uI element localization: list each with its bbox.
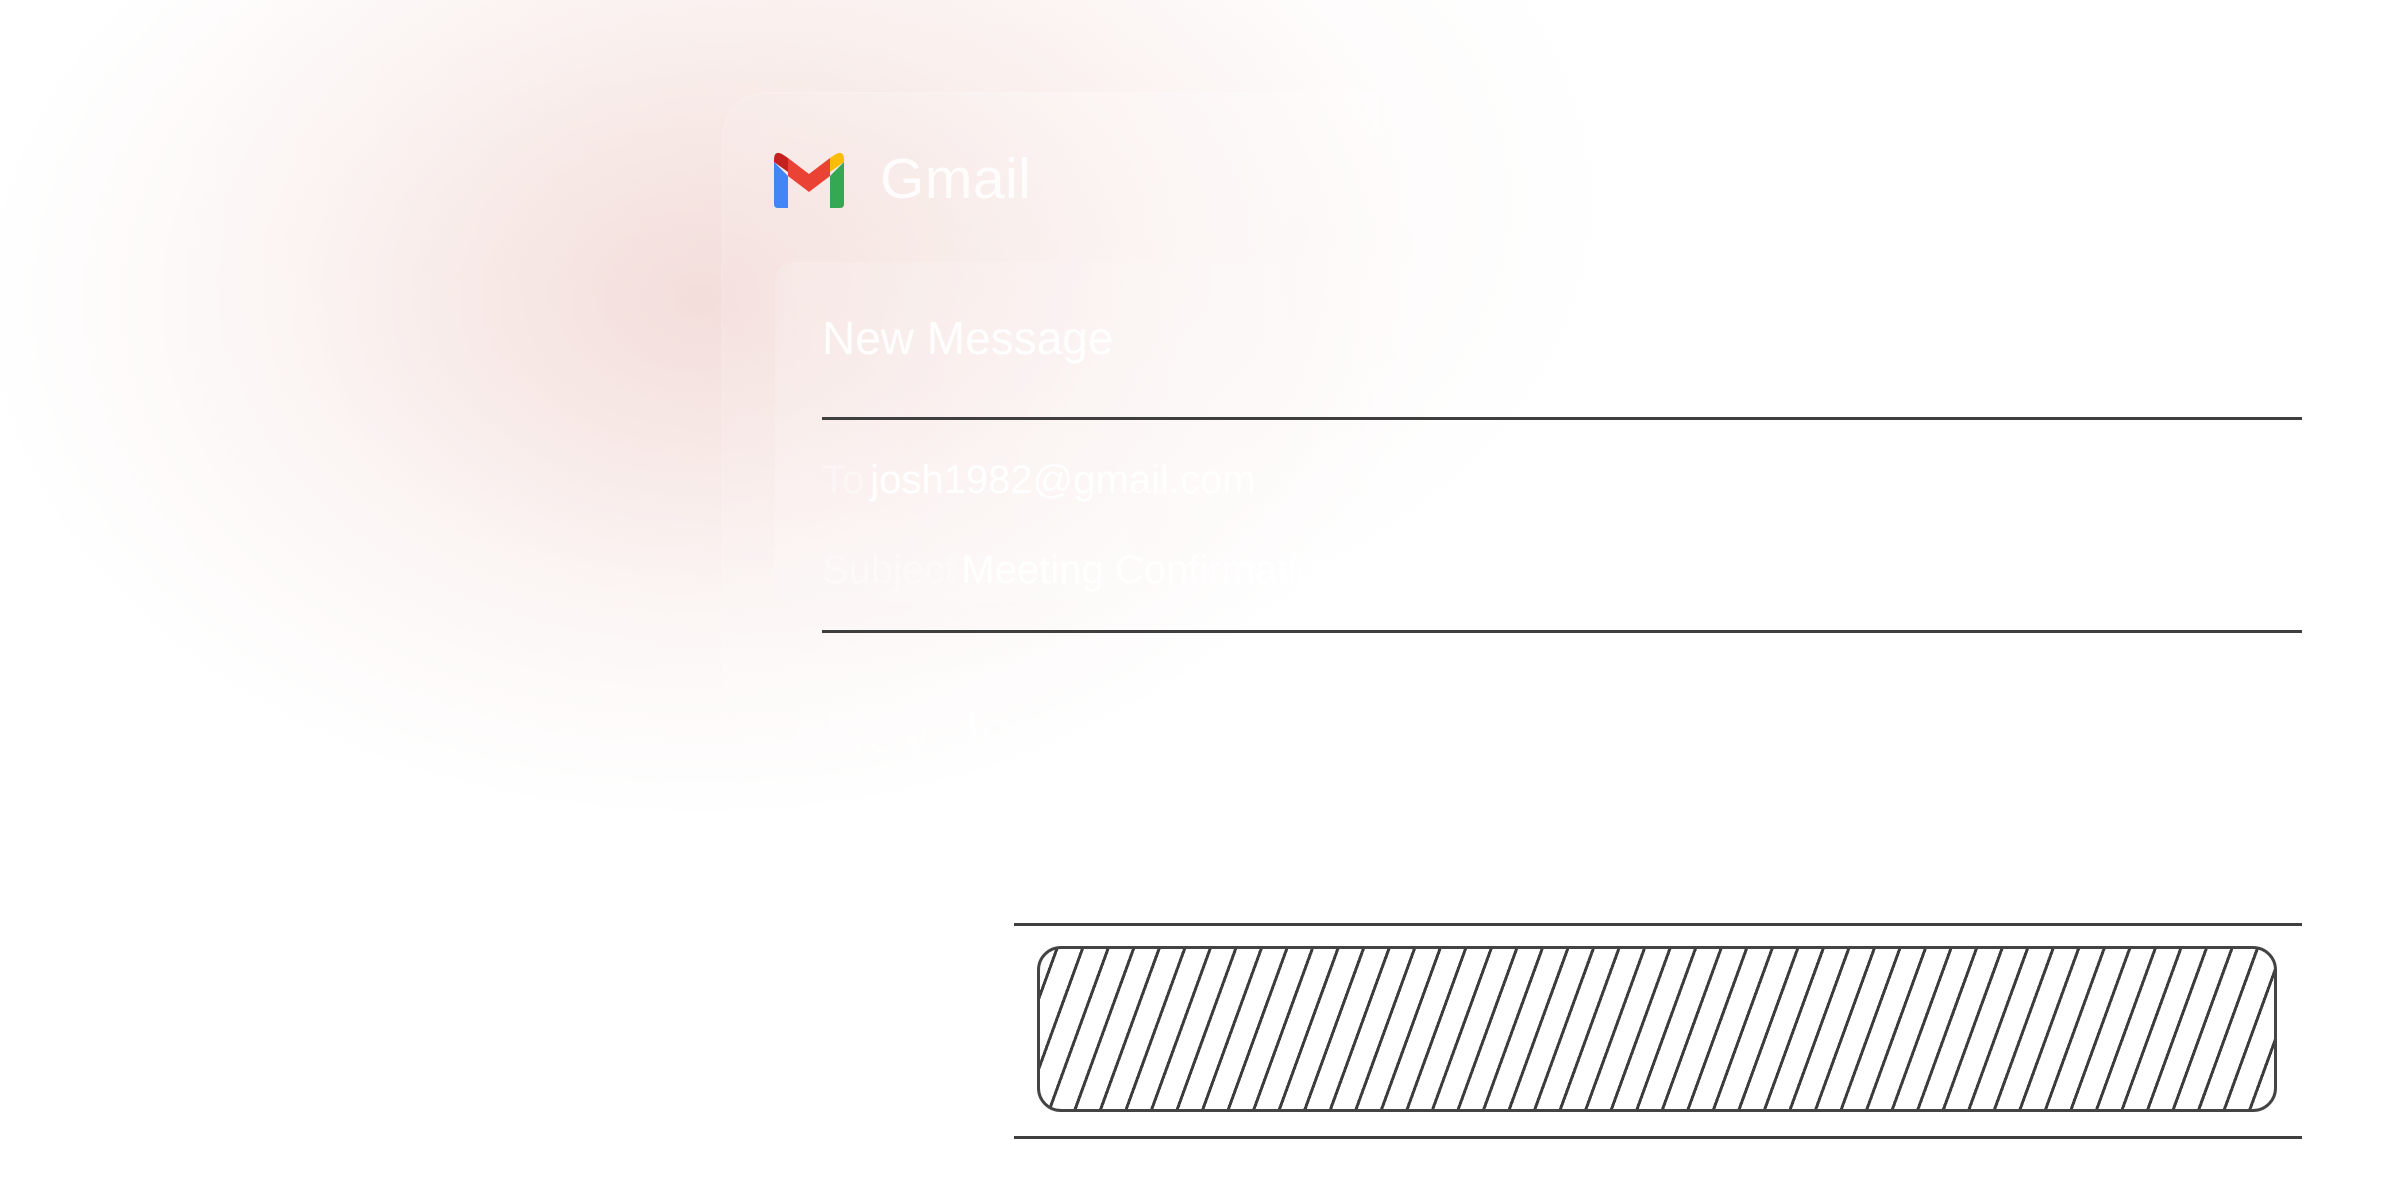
to-field[interactable]: To josh1982@gmail.com xyxy=(822,455,1255,505)
to-label: To xyxy=(822,458,865,502)
subject-value[interactable]: Meeting Confirmation xyxy=(961,548,1341,592)
to-value[interactable]: josh1982@gmail.com xyxy=(870,458,1255,502)
compose-title: New Message xyxy=(822,312,1114,364)
hatched-overlay-box[interactable] xyxy=(1037,946,2277,1112)
divider-bottom-overlay xyxy=(1014,1136,2302,1139)
divider-top-overlay xyxy=(1014,923,2302,926)
subject-field[interactable]: Subject Meeting Confirmation xyxy=(822,545,1342,595)
divider-fields xyxy=(822,630,2302,633)
divider-header xyxy=(822,417,2302,420)
gmail-logo-icon xyxy=(774,152,844,208)
app-title: Gmail xyxy=(880,147,1032,211)
body-fade-overlay xyxy=(1190,680,1790,880)
body-line-2: Can you xyxy=(822,784,1053,853)
subject-label: Subject xyxy=(822,548,956,592)
gmail-logo-red xyxy=(788,158,830,192)
